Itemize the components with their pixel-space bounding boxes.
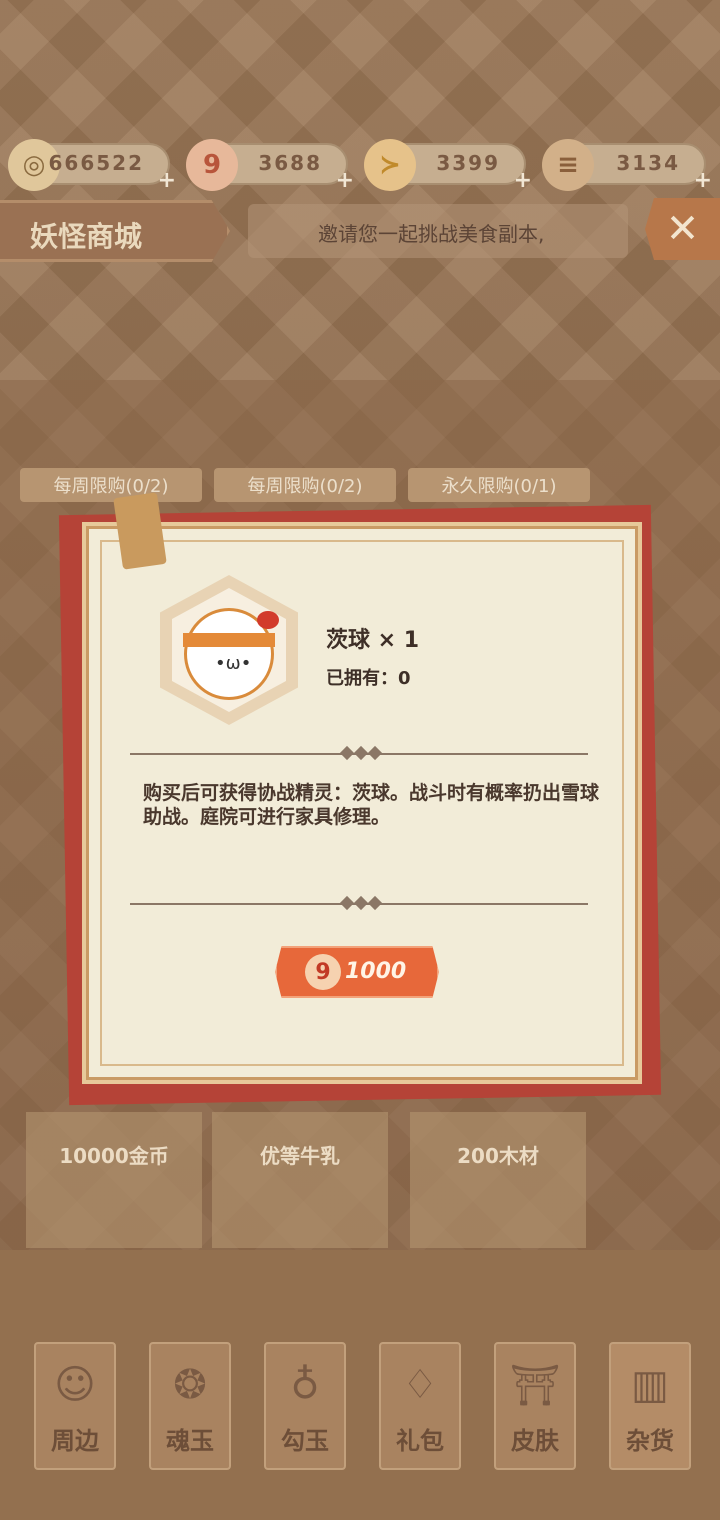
headband — [183, 633, 275, 647]
kimono-icon: ⛩ — [509, 1363, 561, 1409]
item-label: 优等牛乳 — [260, 1144, 340, 1168]
item-name: 茨球 × 1 — [326, 628, 420, 653]
nav-tab-gift[interactable]: ♢ 礼包 — [379, 1342, 461, 1470]
magatama-icon: ♁ — [290, 1362, 320, 1408]
nav-label: 杂货 — [626, 1427, 674, 1455]
nav-tab-magatama[interactable]: ♁ 勾玉 — [264, 1342, 346, 1470]
goods-icon: ▥ — [631, 1362, 669, 1408]
nav-tab-skin[interactable]: ⛩ 皮肤 — [494, 1342, 576, 1470]
shop-item[interactable]: 10000金币 — [26, 1112, 202, 1248]
item-label: 200木材 — [457, 1144, 539, 1168]
snowball-pet-icon: •ω• — [183, 608, 279, 700]
marquee-banner: 邀请您一起挑战美食副本, — [248, 204, 628, 258]
doll-icon: ☺ — [54, 1362, 96, 1408]
add-icon[interactable]: + — [514, 168, 532, 193]
shop-item[interactable]: 优等牛乳 — [212, 1112, 388, 1248]
nav-tab-goods[interactable]: ▥ 杂货 — [609, 1342, 691, 1470]
currency-value: 3688 — [258, 151, 322, 175]
currency-value: 3399 — [436, 151, 500, 175]
nav-tab-soul-jade[interactable]: ❂ 魂玉 — [149, 1342, 231, 1470]
currency-wood[interactable]: ≡ 3134 + — [542, 139, 712, 193]
limit-tab: 永久限购(0/1) — [408, 468, 590, 502]
nav-label: 勾玉 — [281, 1427, 329, 1455]
buy-button[interactable]: 9 1000 — [275, 946, 439, 998]
nav-label: 礼包 — [396, 1427, 444, 1455]
add-icon[interactable]: + — [158, 168, 176, 193]
close-icon: ✕ — [665, 206, 700, 252]
soul-jade-icon: ❂ — [173, 1362, 207, 1408]
currency-value: 666522 — [48, 151, 144, 175]
fish-icon: ≻ — [364, 139, 416, 191]
wood-icon: ≡ — [542, 139, 594, 191]
nav-label: 周边 — [51, 1427, 99, 1455]
nav-tab-merch[interactable]: ☺ 周边 — [34, 1342, 116, 1470]
nav-label: 皮肤 — [511, 1427, 559, 1455]
item-description: 购买后可获得协战精灵：茨球。战斗时有概率扔出雪球助战。庭院可进行家具修理。 — [143, 782, 600, 828]
nav-label: 魂玉 — [166, 1427, 214, 1455]
magatama-icon: 9 — [305, 954, 341, 990]
limit-tab: 每周限购(0/2) — [20, 468, 202, 502]
currency-value: 3134 — [616, 151, 680, 175]
owned-count: 已拥有：0 — [326, 668, 411, 689]
currency-magatama[interactable]: 9 3688 + — [186, 139, 354, 193]
item-label: 10000金币 — [59, 1144, 169, 1168]
add-icon[interactable]: + — [336, 168, 354, 193]
add-icon[interactable]: + — [694, 168, 712, 193]
gift-bag-icon: ♢ — [402, 1362, 438, 1408]
shop-item[interactable]: 200木材 — [410, 1112, 586, 1248]
close-button[interactable]: ✕ — [645, 198, 720, 260]
magatama-icon: 9 — [186, 139, 238, 191]
price-label: 1000 — [345, 959, 407, 984]
shop-title-plate: 妖怪商城 — [0, 200, 230, 262]
page-title: 妖怪商城 — [30, 220, 143, 253]
currency-fish[interactable]: ≻ 3399 + — [364, 139, 532, 193]
marquee-text: 邀请您一起挑战美食副本, — [318, 222, 545, 246]
limit-tab: 每周限购(0/2) — [214, 468, 396, 502]
ribbon — [257, 611, 279, 629]
currency-coin[interactable]: ◎ 666522 + — [8, 139, 176, 193]
pet-face: •ω• — [215, 653, 252, 674]
